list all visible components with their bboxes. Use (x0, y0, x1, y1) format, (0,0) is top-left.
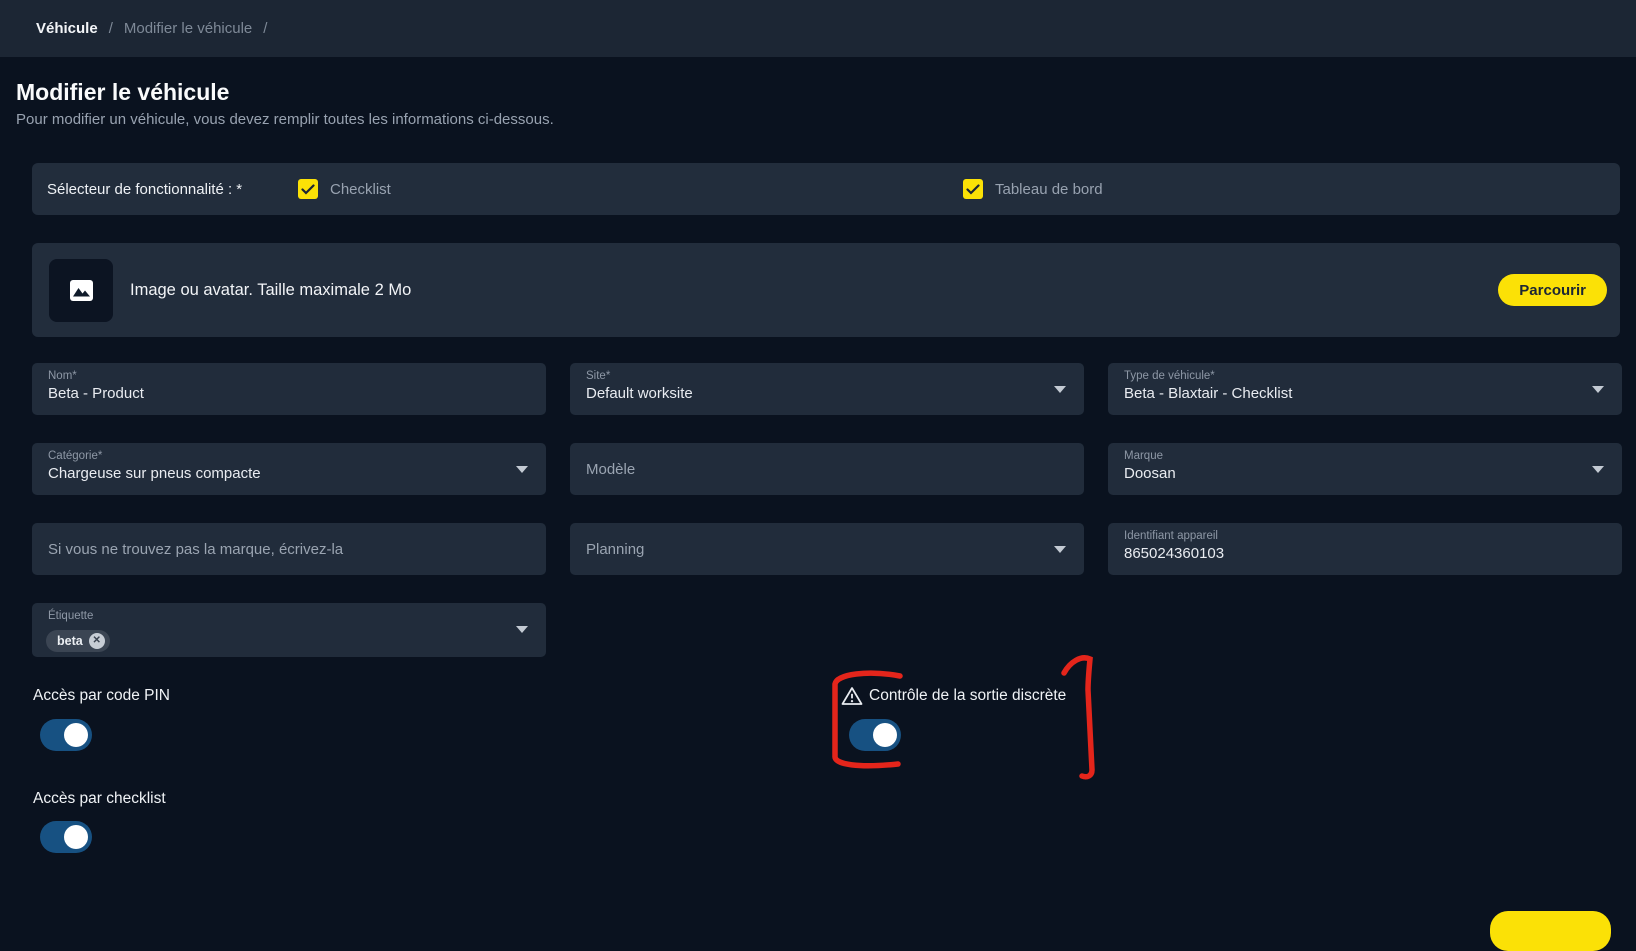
chevron-down-icon (516, 626, 528, 633)
breadcrumb: Véhicule / Modifier le véhicule / (0, 0, 1636, 57)
feature-selector-label: Sélecteur de fonctionnalité : * (47, 163, 242, 215)
site-value: Default worksite (586, 385, 1068, 402)
pin-toggle-label: Accès par code PIN (33, 687, 170, 705)
breadcrumb-separator: / (109, 20, 113, 37)
site-label: Site* (586, 370, 1068, 382)
etiquette-label: Étiquette (48, 610, 530, 622)
breadcrumb-separator: / (263, 20, 267, 37)
categorie-value: Chargeuse sur pneus compacte (48, 465, 530, 482)
marque-label: Marque (1124, 450, 1606, 462)
image-upload-panel: Image ou avatar. Taille maximale 2 Mo Pa… (32, 243, 1620, 337)
feature-selector-bar: Sélecteur de fonctionnalité : * Checklis… (32, 163, 1620, 215)
checkbox-checklist-label: Checklist (330, 163, 391, 215)
identifiant-appareil-field[interactable]: Identifiant appareil 865024360103 (1108, 523, 1622, 575)
nom-field[interactable]: Nom* Beta - Product (32, 363, 546, 415)
modele-field[interactable]: Modèle (570, 443, 1084, 495)
planning-select[interactable]: Planning (570, 523, 1084, 575)
sortie-discrete-toggle[interactable] (849, 719, 901, 751)
upload-hint-text: Image ou avatar. Taille maximale 2 Mo (130, 243, 411, 337)
page-subtitle: Pour modifier un véhicule, vous devez re… (16, 111, 554, 128)
image-placeholder (49, 259, 113, 322)
warning-icon (841, 686, 863, 706)
nom-label: Nom* (48, 370, 530, 382)
modele-placeholder: Modèle (586, 461, 635, 478)
page-title: Modifier le véhicule (16, 79, 229, 106)
marque-select[interactable]: Marque Doosan (1108, 443, 1622, 495)
chevron-down-icon (516, 466, 528, 473)
type-vehicule-value: Beta - Blaxtair - Checklist (1124, 385, 1606, 402)
tag-chip-label: beta (57, 634, 83, 648)
chevron-down-icon (1054, 386, 1066, 393)
categorie-select[interactable]: Catégorie* Chargeuse sur pneus compacte (32, 443, 546, 495)
marque-value: Doosan (1124, 465, 1606, 482)
identifiant-appareil-label: Identifiant appareil (1124, 530, 1606, 542)
checkbox-checklist[interactable] (298, 179, 318, 199)
image-icon (70, 280, 93, 301)
checkmark-icon (966, 184, 980, 195)
nom-value: Beta - Product (48, 385, 530, 402)
planning-placeholder: Planning (586, 541, 644, 558)
categorie-label: Catégorie* (48, 450, 530, 462)
identifiant-appareil-value: 865024360103 (1124, 545, 1606, 562)
type-vehicule-select[interactable]: Type de véhicule* Beta - Blaxtair - Chec… (1108, 363, 1622, 415)
browse-button[interactable]: Parcourir (1498, 274, 1607, 306)
type-vehicule-label: Type de véhicule* (1124, 370, 1606, 382)
chevron-down-icon (1592, 386, 1604, 393)
chip-remove-icon[interactable]: ✕ (89, 633, 105, 649)
checkbox-tableau-de-bord[interactable] (963, 179, 983, 199)
pin-toggle[interactable] (40, 719, 92, 751)
breadcrumb-item-modifier: Modifier le véhicule (124, 20, 252, 37)
checklist-toggle[interactable] (40, 821, 92, 853)
marque-libre-field[interactable]: Si vous ne trouvez pas la marque, écrive… (32, 523, 546, 575)
checkmark-icon (301, 184, 315, 195)
save-button-partial[interactable] (1490, 911, 1611, 951)
breadcrumb-item-vehicule[interactable]: Véhicule (36, 20, 98, 37)
checkbox-tableau-de-bord-label: Tableau de bord (995, 163, 1103, 215)
marque-libre-placeholder: Si vous ne trouvez pas la marque, écrive… (48, 541, 343, 558)
chevron-down-icon (1592, 466, 1604, 473)
site-select[interactable]: Site* Default worksite (570, 363, 1084, 415)
checklist-toggle-label: Accès par checklist (33, 790, 166, 808)
tag-chip: beta ✕ (46, 630, 110, 652)
sortie-discrete-toggle-label: Contrôle de la sortie discrète (869, 687, 1066, 705)
chevron-down-icon (1054, 546, 1066, 553)
etiquette-select[interactable]: Étiquette beta ✕ (32, 603, 546, 657)
